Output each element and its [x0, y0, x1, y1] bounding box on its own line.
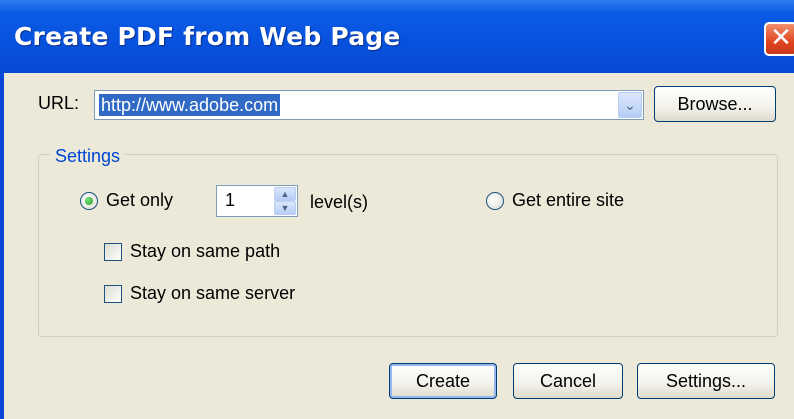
get-only-radio[interactable]	[80, 192, 98, 210]
dialog-title: Create PDF from Web Page	[14, 22, 401, 51]
get-only-label: Get only	[106, 190, 174, 210]
stay-same-server-checkbox[interactable]	[104, 285, 122, 303]
levels-label: level(s)	[310, 192, 369, 212]
create-pdf-dialog: Create PDF from Web Page ✕ URL: http://w…	[0, 0, 794, 419]
chevron-down-icon[interactable]: ⌄	[618, 92, 642, 118]
stay-same-path-label: Stay on same path	[130, 241, 281, 261]
spin-down-icon[interactable]: ▼	[274, 201, 296, 215]
browse-button[interactable]: Browse...	[654, 86, 776, 122]
get-entire-site-radio[interactable]	[486, 192, 504, 210]
close-icon[interactable]: ✕	[764, 22, 794, 56]
get-entire-site-label: Get entire site	[512, 190, 625, 210]
cancel-button[interactable]: Cancel	[513, 363, 623, 399]
url-label: URL:	[38, 93, 80, 113]
stay-same-path-checkbox[interactable]	[104, 243, 122, 261]
settings-group-label: Settings	[50, 146, 126, 167]
create-button[interactable]: Create	[389, 363, 497, 399]
url-input[interactable]: http://www.adobe.com	[99, 94, 281, 116]
spin-up-icon[interactable]: ▲	[274, 187, 296, 201]
radio-selected-dot-icon	[85, 197, 93, 205]
title-bar[interactable]: Create PDF from Web Page	[0, 0, 794, 73]
stay-same-server-label: Stay on same server	[130, 283, 296, 303]
settings-button[interactable]: Settings...	[637, 363, 775, 399]
url-combobox[interactable]: http://www.adobe.com ⌄	[94, 90, 644, 120]
levels-input[interactable]: 1	[225, 190, 235, 211]
levels-spinner[interactable]: 1 ▲ ▼	[216, 185, 298, 217]
